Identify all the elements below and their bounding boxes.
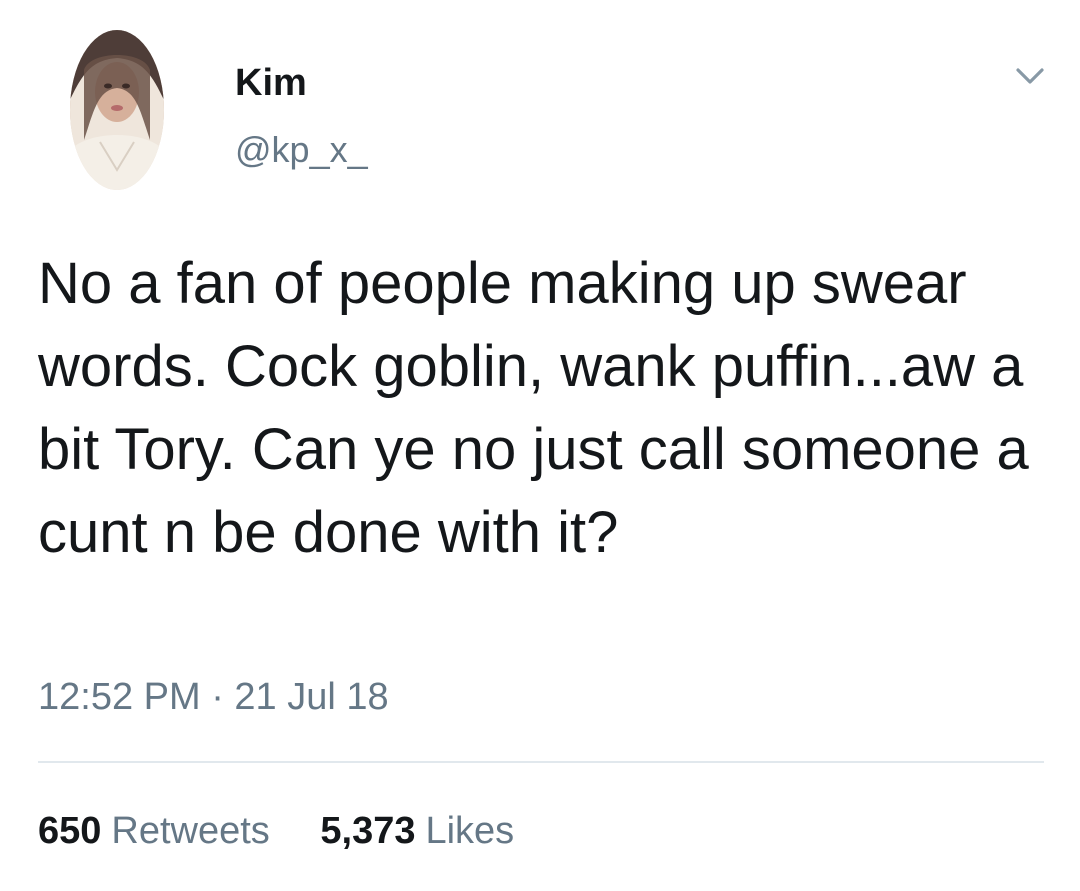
tweet-text: No a fan of people making up swear words… xyxy=(38,251,1045,565)
chevron-down-icon[interactable] xyxy=(1010,56,1050,96)
likes-stat[interactable]: 5,373 Likes xyxy=(320,806,514,856)
divider xyxy=(38,761,1044,763)
tweet-timestamp[interactable]: 12:52 PM · 21 Jul 18 xyxy=(38,672,389,722)
retweets-stat[interactable]: 650 Retweets xyxy=(38,806,270,856)
retweets-count: 650 xyxy=(38,810,102,852)
likes-count: 5,373 xyxy=(320,810,416,852)
user-handle[interactable]: @kp_x_ xyxy=(235,128,368,172)
tweet-card: Kim @kp_x_ No a fan of people making up … xyxy=(0,0,1080,891)
retweets-label: Retweets xyxy=(111,810,270,852)
user-avatar-image xyxy=(70,30,164,190)
display-name[interactable]: Kim xyxy=(235,60,307,106)
likes-label: Likes xyxy=(425,810,515,852)
tweet-stats: 650 Retweets 5,373 Likes xyxy=(38,806,514,856)
avatar[interactable] xyxy=(70,30,164,190)
